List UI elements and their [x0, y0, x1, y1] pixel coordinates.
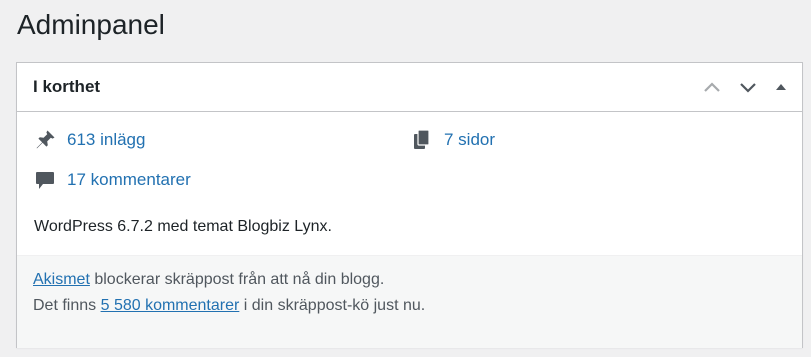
- glance-item-pages: 7 sidor: [410, 128, 495, 152]
- widget-footer: Akismet blockerar skräppost från att nå …: [17, 255, 802, 348]
- chevron-up-icon: [704, 82, 720, 92]
- akismet-status-text: blockerar skräppost från att nå din blog…: [89, 271, 385, 288]
- at-a-glance-widget: I korthet 613 inlägg 7 sidor 17 kommenta…: [16, 62, 803, 348]
- glance-item-posts: 613 inlägg: [33, 128, 145, 152]
- spam-prefix-text: Det finns: [33, 297, 101, 314]
- widget-title: I korthet: [33, 77, 101, 96]
- spam-queue-status: Det finns 5 580 kommentarer i din skräpp…: [33, 293, 786, 319]
- page-title: Adminpanel: [17, 9, 165, 40]
- glance-item-comments: 17 kommentarer: [33, 168, 191, 192]
- spam-comments-link[interactable]: 5 580 kommentarer: [101, 297, 240, 314]
- chevron-down-icon: [740, 83, 756, 93]
- triangle-up-icon: [776, 84, 786, 90]
- move-up-button[interactable]: [694, 71, 730, 103]
- spam-suffix-text: i din skräppost-kö just nu.: [239, 297, 426, 314]
- comments-count-link[interactable]: 17 kommentarer: [67, 170, 191, 190]
- akismet-status: Akismet blockerar skräppost från att nå …: [33, 267, 786, 293]
- akismet-link[interactable]: Akismet: [33, 271, 90, 288]
- pages-count-link[interactable]: 7 sidor: [444, 130, 495, 150]
- toggle-panel-button[interactable]: [766, 71, 796, 103]
- move-down-button[interactable]: [730, 71, 766, 103]
- comment-icon: [33, 168, 57, 192]
- pages-icon: [410, 128, 434, 152]
- posts-count-link[interactable]: 613 inlägg: [67, 130, 145, 150]
- wordpress-version-text: WordPress 6.7.2 med temat Blogbiz Lynx.: [34, 218, 332, 235]
- widget-main: 613 inlägg 7 sidor 17 kommentarer WordPr…: [17, 112, 802, 255]
- widget-header[interactable]: I korthet: [17, 63, 802, 112]
- pushpin-icon: [33, 128, 57, 152]
- widget-handle-actions: [694, 71, 796, 103]
